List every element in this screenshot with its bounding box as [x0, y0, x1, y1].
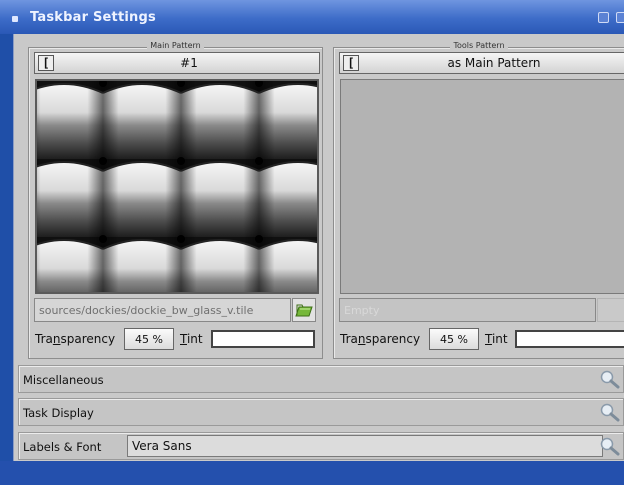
minimize-icon[interactable] — [598, 12, 609, 23]
task-display-section-label: Task Display — [23, 406, 94, 420]
taskbar-settings-window: Taskbar Settings Main Pattern [ #1 sourc… — [0, 0, 624, 485]
magnifier-icon[interactable] — [599, 402, 621, 422]
window-menu-icon[interactable] — [12, 16, 18, 22]
main-pattern-selector[interactable]: [ #1 — [34, 52, 320, 74]
window-title: Taskbar Settings — [30, 10, 156, 25]
rotate-icon[interactable]: [ — [38, 55, 54, 71]
main-transparency-button[interactable]: 45 % — [124, 328, 174, 350]
tools-pattern-selector[interactable]: [ as Main Pattern — [339, 52, 624, 74]
bottom-status-bar — [0, 461, 624, 485]
main-pattern-name: #1 — [180, 56, 198, 70]
tools-tint-swatch[interactable] — [515, 330, 624, 348]
main-pattern-file-field[interactable]: sources/dockies/dockie_bw_glass_v.tile — [34, 298, 291, 322]
labels-font-section-label: Labels & Font — [23, 440, 102, 454]
tools-pattern-name: as Main Pattern — [447, 56, 541, 70]
main-tint-label: Tint — [180, 332, 203, 346]
main-tint-swatch[interactable] — [211, 330, 315, 348]
main-transparency-label: Transparency — [35, 332, 116, 346]
main-pattern-title: Main Pattern — [147, 41, 204, 50]
close-icon[interactable] — [616, 12, 624, 23]
tools-transparency-button[interactable]: 45 % — [429, 328, 479, 350]
font-name-field[interactable]: Vera Sans — [127, 435, 603, 457]
tools-pattern-title: Tools Pattern — [450, 41, 508, 50]
tools-pattern-file-field[interactable]: Empty — [339, 298, 596, 322]
labels-font-section[interactable]: Labels & Font Vera Sans — [18, 432, 624, 460]
tools-browse-button[interactable] — [597, 298, 624, 322]
magnifier-icon[interactable] — [599, 436, 621, 456]
task-display-section[interactable]: Task Display — [18, 398, 624, 426]
open-folder-icon — [295, 304, 313, 317]
title-bar[interactable]: Taskbar Settings — [0, 0, 624, 34]
main-browse-button[interactable] — [292, 298, 316, 322]
misc-section[interactable]: Miscellaneous — [18, 365, 624, 393]
magnifier-icon[interactable] — [599, 369, 621, 389]
tools-pattern-preview — [340, 79, 624, 294]
rotate-icon[interactable]: [ — [343, 55, 359, 71]
tools-transparency-label: Transparency — [340, 332, 421, 346]
main-pattern-preview — [35, 79, 319, 294]
misc-section-label: Miscellaneous — [23, 373, 104, 387]
pattern-preview-image — [37, 81, 317, 292]
tools-tint-label: Tint — [485, 332, 508, 346]
